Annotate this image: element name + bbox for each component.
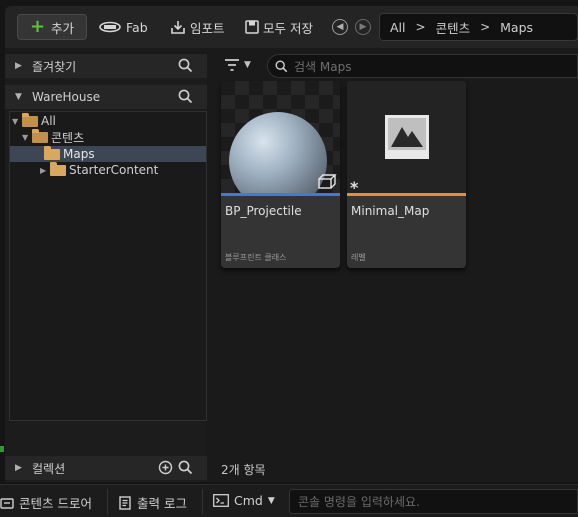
folder-icon — [22, 112, 38, 127]
fab-button-label: Fab — [126, 19, 148, 35]
tree-item-startercontent[interactable]: ▶ StarterContent — [40, 161, 206, 178]
asset-tile[interactable]: * Minimal_Map 레벨 — [347, 81, 466, 268]
plus-icon: + — [29, 16, 46, 37]
asset-view: ▼ 검색 Maps BP_Projectile 블루프린트 클래스 * Mini… — [212, 54, 578, 482]
favorites-label: 즐겨찾기 — [32, 59, 77, 74]
output-log-label: 출력 로그 — [137, 496, 187, 511]
filter-button[interactable]: ▼ — [224, 58, 251, 72]
favorites-header[interactable]: ▶ 즐겨찾기 — [5, 54, 207, 78]
import-icon — [171, 21, 185, 34]
breadcrumb-item-all[interactable]: All — [390, 20, 406, 35]
filter-icon — [225, 59, 239, 71]
breadcrumb-item-content[interactable]: 콘텐츠 — [436, 18, 471, 37]
project-header[interactable]: ▼ WareHouse — [5, 85, 207, 109]
status-bar: 콘텐츠 드로어 출력 로그 Cmd ▼ 콘솔 명령을 입력하세요. — [0, 484, 578, 517]
terminal-icon — [213, 494, 229, 507]
save-icon — [245, 20, 259, 34]
tree-item-label: Maps — [63, 147, 95, 161]
toolbar: + 추가 Fab 임포트 모두 저장 ◀ ▶ All > 콘텐츠 > Maps — [5, 6, 578, 48]
asset-tile[interactable]: BP_Projectile 블루프린트 클래스 — [221, 81, 340, 268]
expand-arrow-icon[interactable]: ▶ — [15, 61, 25, 71]
save-all-button-label: 모두 저장 — [263, 20, 313, 36]
divider — [202, 489, 203, 514]
folder-tree: ▼ All ▼ 콘텐츠 Maps ▶ StarterContent — [9, 111, 207, 421]
add-button[interactable]: + 추가 — [17, 14, 87, 40]
chevron-down-icon: ▼ — [267, 495, 275, 506]
content-browser-window: + 추가 Fab 임포트 모두 저장 ◀ ▶ All > 콘텐츠 > Maps … — [5, 6, 578, 482]
content-drawer-button[interactable]: 콘텐츠 드로어 — [0, 493, 92, 512]
tree-item-label: StarterContent — [69, 163, 159, 177]
collapse-arrow-icon[interactable]: ▼ — [22, 133, 32, 142]
import-button[interactable]: 임포트 — [170, 14, 225, 40]
import-button-label: 임포트 — [190, 20, 225, 36]
chevron-right-icon[interactable]: > — [480, 20, 490, 34]
asset-name: BP_Projectile — [225, 204, 302, 218]
asset-type: 블루프린트 클래스 — [225, 253, 287, 262]
console-input[interactable]: 콘솔 명령을 입력하세요. — [289, 489, 578, 514]
folder-icon — [32, 128, 48, 143]
chevron-down-icon: ▼ — [244, 60, 251, 70]
collapse-arrow-icon[interactable]: ▼ — [15, 92, 25, 102]
collections-header[interactable]: ▶ 컬렉션 — [5, 456, 207, 480]
expand-arrow-icon[interactable]: ▶ — [40, 166, 50, 175]
project-label: WareHouse — [32, 90, 101, 104]
search-icon — [275, 60, 288, 72]
collections-label: 컬렉션 — [32, 461, 66, 476]
content-drawer-icon — [0, 497, 14, 509]
chevron-right-icon[interactable]: > — [416, 20, 426, 34]
asset-thumbnail: * — [347, 81, 466, 197]
fab-icon — [99, 21, 121, 33]
search-input[interactable]: 검색 Maps — [267, 54, 578, 78]
add-button-label: 추가 — [51, 20, 75, 36]
output-log-icon — [119, 495, 131, 510]
asset-type-bar — [221, 193, 340, 196]
tree-item-maps[interactable]: Maps — [10, 145, 206, 162]
output-log-button[interactable]: 출력 로그 — [118, 493, 187, 512]
folder-icon — [44, 145, 60, 160]
asset-thumbnail — [221, 81, 340, 210]
status-indicator — [0, 446, 4, 452]
tree-item-label: 콘텐츠 — [51, 130, 85, 145]
sphere-icon — [229, 112, 337, 210]
asset-name: Minimal_Map — [351, 204, 430, 218]
sources-panel: ▶ 즐겨찾기 ▼ WareHouse ▼ All ▼ 콘텐츠 Maps ▶ St… — [5, 54, 207, 482]
search-icon[interactable] — [178, 460, 193, 475]
item-count: 2개 항목 — [221, 463, 266, 477]
divider — [107, 489, 108, 514]
console-placeholder: 콘솔 명령을 입력하세요. — [298, 495, 420, 509]
content-drawer-label: 콘텐츠 드로어 — [19, 496, 92, 511]
breadcrumb-item-maps[interactable]: Maps — [500, 20, 533, 35]
back-arrow-icon[interactable]: ◀ — [332, 19, 348, 35]
search-placeholder: 검색 Maps — [294, 59, 352, 74]
search-icon[interactable] — [178, 89, 193, 104]
folder-icon — [50, 161, 66, 176]
cmd-dropdown[interactable]: Cmd ▼ — [213, 493, 275, 508]
level-icon: * — [350, 115, 429, 197]
asset-type-bar — [347, 193, 466, 196]
cmd-label: Cmd — [234, 493, 263, 508]
save-all-button[interactable]: 모두 저장 — [245, 14, 313, 40]
breadcrumb: All > 콘텐츠 > Maps — [379, 13, 578, 41]
add-collection-icon[interactable] — [158, 460, 173, 475]
asset-type: 레벨 — [351, 253, 366, 262]
tree-item-all[interactable]: ▼ All — [12, 112, 206, 129]
search-icon[interactable] — [178, 58, 193, 73]
fab-button[interactable]: Fab — [99, 14, 148, 40]
expand-arrow-icon[interactable]: ▶ — [15, 463, 25, 473]
forward-arrow-icon[interactable]: ▶ — [355, 19, 371, 35]
tree-item-content[interactable]: ▼ 콘텐츠 — [22, 128, 206, 145]
collapse-arrow-icon[interactable]: ▼ — [12, 117, 22, 126]
tree-item-label: All — [41, 114, 56, 128]
